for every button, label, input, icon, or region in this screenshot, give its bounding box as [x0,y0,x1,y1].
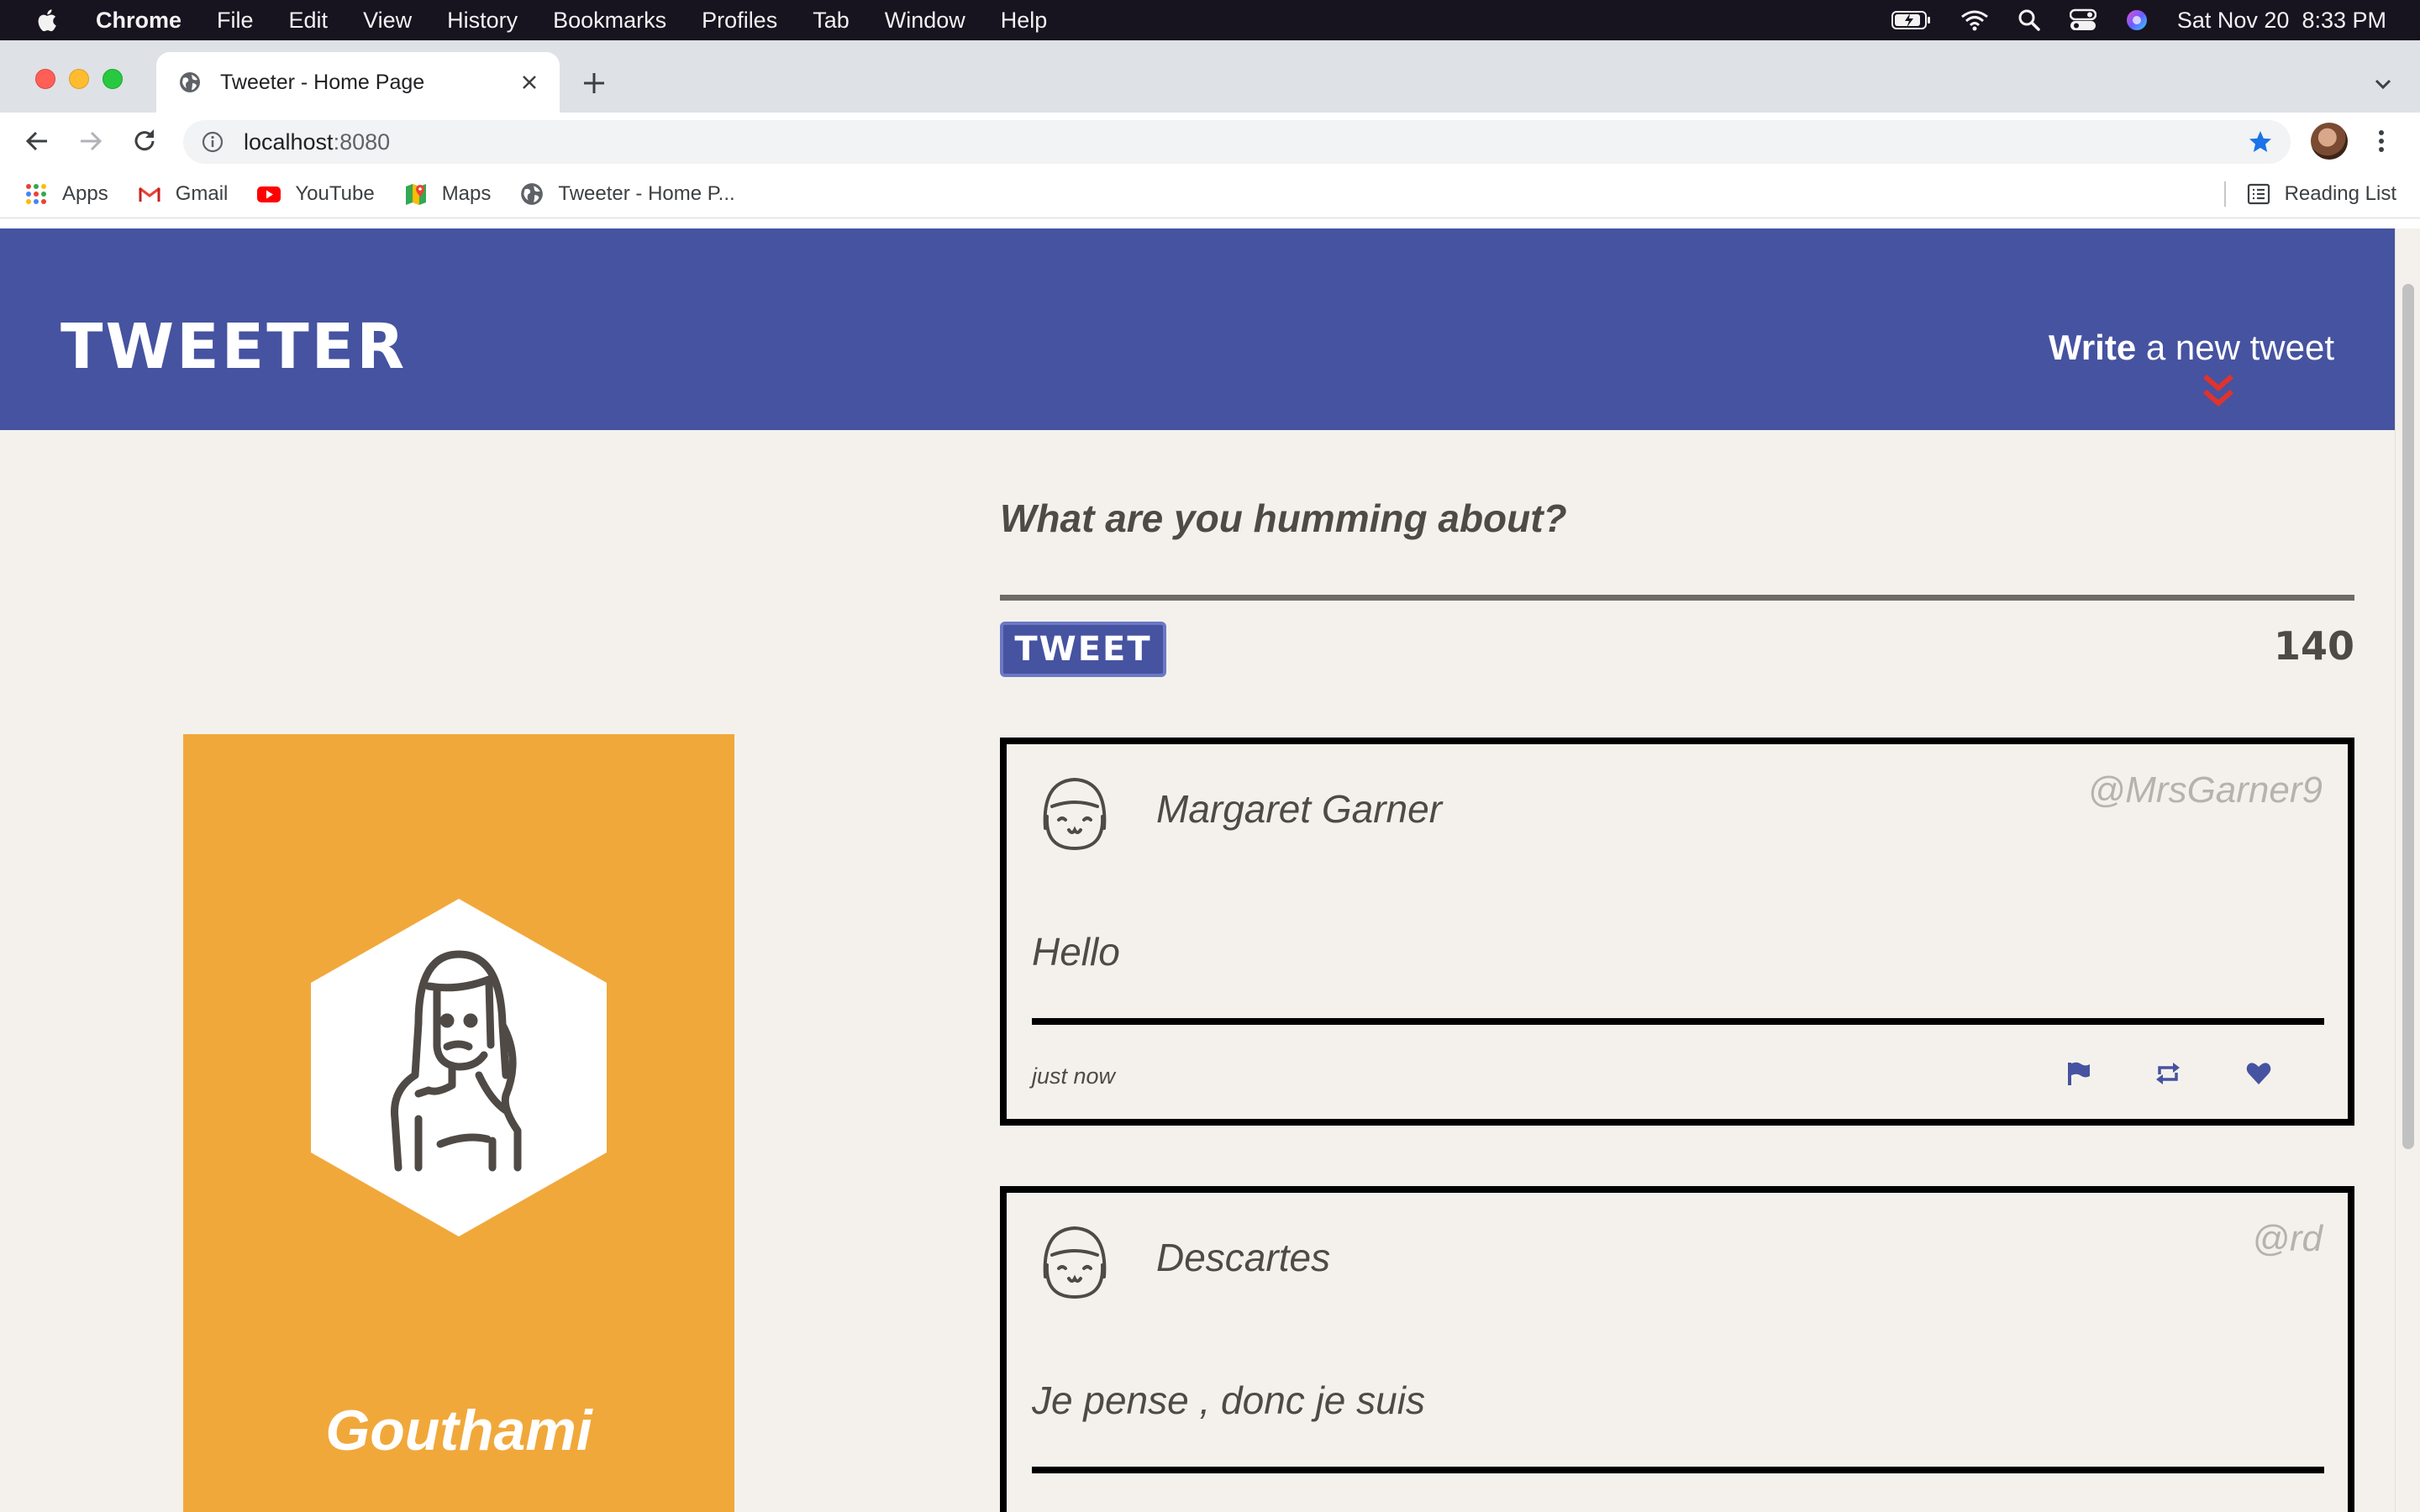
double-chevron-down-icon[interactable] [2202,373,2235,410]
menu-profiles[interactable]: Profiles [702,8,777,34]
bookmarks-divider [2223,181,2226,207]
tweet-submit-button[interactable]: TWEET [1000,622,1166,677]
reload-icon[interactable] [129,126,160,156]
reading-list[interactable]: Reading List [2223,170,2396,218]
tweet-divider [1032,1018,2324,1025]
flag-icon[interactable] [2065,1060,2092,1087]
back-arrow-icon[interactable] [22,126,52,156]
menu-help[interactable]: Help [1001,8,1048,34]
user-avatar-icon [1043,1226,1107,1299]
tab-tweeter-home[interactable]: Tweeter - Home Page [156,52,560,113]
bookmark-youtube-label: YouTube [295,181,375,205]
forward-arrow-icon[interactable] [76,126,106,156]
tab-search-chevron-down-icon[interactable] [2371,72,2395,96]
bookmark-maps[interactable]: Maps [403,181,492,207]
site-info-icon[interactable] [200,129,225,155]
wifi-icon[interactable] [1960,9,1989,31]
tweet-card: Margaret Garner @MrsGarner9 Hello just n… [1000,738,2354,1126]
spotlight-icon[interactable] [2018,8,2041,32]
apps-grid-icon [26,183,46,204]
browser-toolbar: localhost:8080 [0,113,2420,170]
menu-window[interactable]: Window [885,8,965,34]
url-host: localhost [244,129,334,155]
tweet-card: Descartes @rd Je pense , donc je suis [1000,1186,2354,1512]
write-new-tweet-link[interactable]: Write a new tweet [2049,328,2334,368]
bookmark-apps[interactable]: Apps [24,181,108,207]
tab-title: Tweeter - Home Page [220,70,425,94]
tweet-content: Hello [1032,930,1120,974]
window-minimize-button[interactable] [69,69,89,89]
bookmark-apps-label: Apps [62,181,108,205]
bookmark-tweeter-label: Tweeter - Home P... [558,181,735,205]
reading-list-label: Reading List [2284,182,2396,205]
page-scrollbar[interactable] [2395,228,2420,1512]
window-zoom-button[interactable] [103,69,123,89]
compose-textarea[interactable]: What are you humming about? [1000,496,1567,541]
bookmark-tweeter[interactable]: Tweeter - Home P... [519,181,735,207]
heart-icon[interactable] [2245,1060,2272,1087]
tweet-divider [1032,1467,2324,1473]
write-link-text: a new tweet [2136,328,2334,367]
address-bar[interactable]: localhost:8080 [183,120,2291,164]
bookmark-youtube[interactable]: YouTube [256,181,375,207]
menu-view[interactable]: View [363,8,412,34]
character-counter: 140 [2273,623,2354,669]
url-port: :8080 [333,129,391,155]
new-tab-plus-icon[interactable] [580,69,608,97]
tweet-timestamp: just now [1032,1063,1116,1089]
tab-close-icon[interactable] [518,71,541,94]
compose-underline [1000,595,2354,601]
macos-menu-bar: Chrome File Edit View History Bookmarks … [0,0,2420,40]
menu-tab[interactable]: Tab [813,8,850,34]
scrollbar-thumb[interactable] [2402,284,2414,1149]
menu-bar-status-area: Sat Nov 20 8:33 PM [1891,0,2386,40]
bookmarks-bar: Apps Gmail YouTube Maps Tweeter - Home P… [0,170,2420,218]
tweet-author-name: Descartes [1156,1236,1331,1279]
user-avatar-icon [1043,777,1107,851]
tweet-author-handle: @MrsGarner9 [2087,769,2323,811]
profile-card: Gouthami [183,734,734,1512]
tweet-content: Je pense , donc je suis [1032,1378,1425,1422]
bookmark-gmail[interactable]: Gmail [137,181,229,207]
reading-list-icon [2247,183,2270,205]
site-nav-bar: TWEETER Write a new tweet [0,228,2395,430]
gmail-icon [138,186,160,202]
site-logo[interactable]: TWEETER [60,316,407,378]
youtube-icon [257,186,281,202]
battery-icon[interactable] [1891,9,1932,31]
window-close-button[interactable] [35,69,55,89]
user-avatar-hexagon [311,899,607,1236]
bookmark-gmail-label: Gmail [175,181,229,205]
siri-icon[interactable] [2125,8,2149,32]
tweet-author-handle: @rd [2252,1218,2323,1259]
profile-avatar[interactable] [2311,123,2348,160]
menu-history[interactable]: History [447,8,518,34]
bookmark-star-icon[interactable] [2247,129,2274,155]
menu-file[interactable]: File [217,8,254,34]
globe-icon [521,182,544,205]
menu-edit[interactable]: Edit [289,8,329,34]
profile-name: Gouthami [325,1399,592,1462]
apple-logo-icon[interactable] [34,6,62,34]
bookmark-maps-label: Maps [441,181,492,205]
page-viewport: TWEETER Write a new tweet Gouthami What … [0,228,2420,1512]
menu-app-chrome[interactable]: Chrome [96,8,182,34]
write-link-bold: Write [2048,328,2137,367]
chrome-menu-kebab-icon[interactable] [2371,126,2391,156]
tab-strip: Tweeter - Home Page [0,40,2420,113]
menu-bookmarks[interactable]: Bookmarks [553,8,666,34]
retweet-icon[interactable] [2154,1060,2181,1087]
tweet-author-name: Margaret Garner [1156,787,1443,831]
menu-bar-clock[interactable]: Sat Nov 20 8:33 PM [2177,8,2386,34]
globe-icon [180,72,200,92]
maps-icon [405,183,426,205]
address-url: localhost:8080 [244,129,390,155]
control-center-icon[interactable] [2069,8,2096,32]
